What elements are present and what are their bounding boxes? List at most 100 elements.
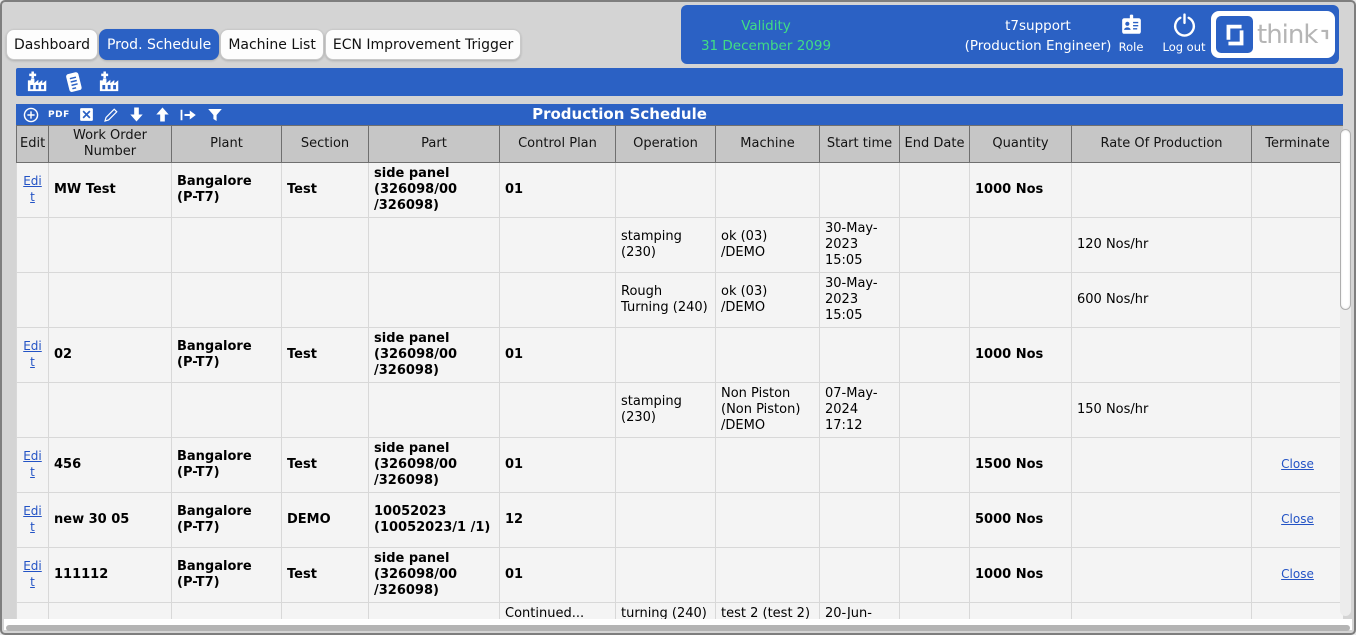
cell-quantity: 1000 Nos — [970, 328, 1072, 383]
tab-ecn-improvement-trigger[interactable]: ECN Improvement Trigger — [325, 29, 521, 60]
cell-start: 07-May-2024 17:12 — [820, 383, 900, 438]
factory-add-icon[interactable] — [25, 70, 50, 95]
col-header-rate: Rate Of Production — [1072, 126, 1252, 163]
cell-section: Test — [282, 548, 369, 603]
close-link[interactable]: Close — [1281, 512, 1314, 526]
cell-quantity: 5000 Nos — [970, 493, 1072, 548]
horizontal-scrollbar[interactable] — [6, 625, 1350, 631]
cell-section: Test — [282, 328, 369, 383]
close-link[interactable]: Close — [1281, 567, 1314, 581]
cell-operation: stamping (230) — [616, 383, 716, 438]
cell-part: side panel (326098/00 /326098) — [369, 163, 500, 218]
role-label: Role — [1109, 40, 1153, 54]
col-header-start-time: Start time — [820, 126, 900, 163]
cell-section: DEMO — [282, 493, 369, 548]
cell-quantity — [970, 273, 1072, 328]
cell-end — [900, 163, 970, 218]
cell-terminate — [1252, 383, 1344, 438]
edit-link[interactable]: Edit — [23, 449, 42, 479]
cell-control-plan: 01 — [500, 163, 616, 218]
cell-machine — [716, 163, 820, 218]
cell-operation: stamping (230) — [616, 218, 716, 273]
edit-link[interactable]: Edit — [23, 339, 42, 369]
table-row-order: Edit 02 Bangalore (P-T7) Test side panel… — [17, 328, 1344, 383]
cell-operation: turning (240) — [616, 603, 716, 620]
table-row-order: Edit 111112 Bangalore (P-T7) Test side p… — [17, 548, 1344, 603]
cell-control-plan: 01 — [500, 438, 616, 493]
schedule-table-container: Edit Work Order Number Plant Section Par… — [16, 125, 1343, 619]
col-header-part: Part — [369, 126, 500, 163]
vertical-scrollbar — [1340, 129, 1351, 616]
user-role: (Production Engineer) — [953, 37, 1123, 57]
tab-machine-list[interactable]: Machine List — [220, 29, 324, 60]
table-row-order: Edit new 30 05 Bangalore (P-T7) DEMO 100… — [17, 493, 1344, 548]
close-link[interactable]: Close — [1281, 457, 1314, 471]
col-header-operation: Operation — [616, 126, 716, 163]
table-header-row: Edit Work Order Number Plant Section Par… — [17, 126, 1344, 163]
cell-part: side panel (326098/00 /326098) — [369, 328, 500, 383]
tab-dashboard[interactable]: Dashboard — [6, 29, 98, 60]
table-row-operation: stamping (230) Non Piston (Non Piston) /… — [17, 383, 1344, 438]
logout-label: Log out — [1159, 40, 1209, 54]
cell-terminate — [1252, 328, 1344, 383]
schedule-clipboard-icon[interactable] — [61, 70, 86, 95]
edit-link[interactable]: Edit — [23, 174, 42, 204]
edit-link[interactable]: Edit — [23, 504, 42, 534]
col-header-control-plan: Control Plan — [500, 126, 616, 163]
cell-work-order: MW Test — [49, 163, 172, 218]
table-titlebar: PDF — [16, 104, 1343, 125]
cell-quantity: 1000 Nos — [970, 548, 1072, 603]
cell-end — [900, 383, 970, 438]
cell-machine: ok (03) /DEMO — [716, 218, 820, 273]
top-header-panel: Validity 31 December 2099 t7support (Pro… — [681, 5, 1339, 64]
cell-terminate — [1252, 218, 1344, 273]
cell-end — [900, 218, 970, 273]
edit-link[interactable]: Edit — [23, 559, 42, 589]
table-row-operation: Rough Turning (240) ok (03) /DEMO 30-May… — [17, 273, 1344, 328]
col-header-edit: Edit — [17, 126, 49, 163]
user-info: t7support (Production Engineer) — [953, 17, 1123, 56]
cell-work-order: 111112 — [49, 548, 172, 603]
role-button[interactable]: Role — [1109, 12, 1153, 54]
cell-quantity — [970, 383, 1072, 438]
cell-machine: Non Piston (Non Piston) /DEMO — [716, 383, 820, 438]
cell-plant: Bangalore (P-T7) — [172, 548, 282, 603]
cell-plant: Bangalore (P-T7) — [172, 493, 282, 548]
role-badge-icon — [1118, 12, 1145, 39]
col-header-work-order: Work Order Number — [49, 126, 172, 163]
cell-control-plan: 12 — [500, 493, 616, 548]
col-header-machine: Machine — [716, 126, 820, 163]
table-row-order: Edit MW Test Bangalore (P-T7) Test side … — [17, 163, 1344, 218]
cell-machine: ok (03) /DEMO — [716, 273, 820, 328]
validity-label: Validity — [691, 17, 841, 37]
t7-logo-icon — [1216, 16, 1253, 53]
tab-prod-schedule[interactable]: Prod. Schedule — [99, 29, 219, 60]
table-row-order: Edit 456 Bangalore (P-T7) Test side pane… — [17, 438, 1344, 493]
logout-power-icon — [1171, 12, 1198, 39]
cell-end — [900, 273, 970, 328]
logout-button[interactable]: Log out — [1159, 12, 1209, 54]
col-header-end-date: End Date — [900, 126, 970, 163]
cell-part: side panel (326098/00 /326098) — [369, 548, 500, 603]
cell-start: 20-Jun-2023 — [820, 603, 900, 620]
col-header-section: Section — [282, 126, 369, 163]
cell-start: 30-May-2023 15:05 — [820, 218, 900, 273]
table-row-operation: stamping (230) ok (03) /DEMO 30-May-2023… — [17, 218, 1344, 273]
module-toolbar — [16, 68, 1343, 96]
cell-work-order: 02 — [49, 328, 172, 383]
vertical-scrollbar-thumb[interactable] — [1340, 129, 1351, 310]
nav-tabs: Dashboard Prod. Schedule Machine List EC… — [6, 29, 521, 60]
cell-plant: Bangalore (P-T7) — [172, 438, 282, 493]
factory-add-icon-2[interactable] — [97, 70, 122, 95]
cell-quantity — [970, 218, 1072, 273]
cell-terminate — [1252, 273, 1344, 328]
cell-rate: 600 Nos/hr — [1072, 273, 1252, 328]
brand-wordmark: think — [1257, 22, 1317, 48]
col-header-quantity: Quantity — [970, 126, 1072, 163]
col-header-plant: Plant — [172, 126, 282, 163]
cell-quantity: 1500 Nos — [970, 438, 1072, 493]
cell-plant: Bangalore (P-T7) — [172, 163, 282, 218]
page-title: Production Schedule — [16, 104, 1223, 125]
cell-rate — [1072, 163, 1252, 218]
cell-rate: 120 Nos/hr — [1072, 218, 1252, 273]
